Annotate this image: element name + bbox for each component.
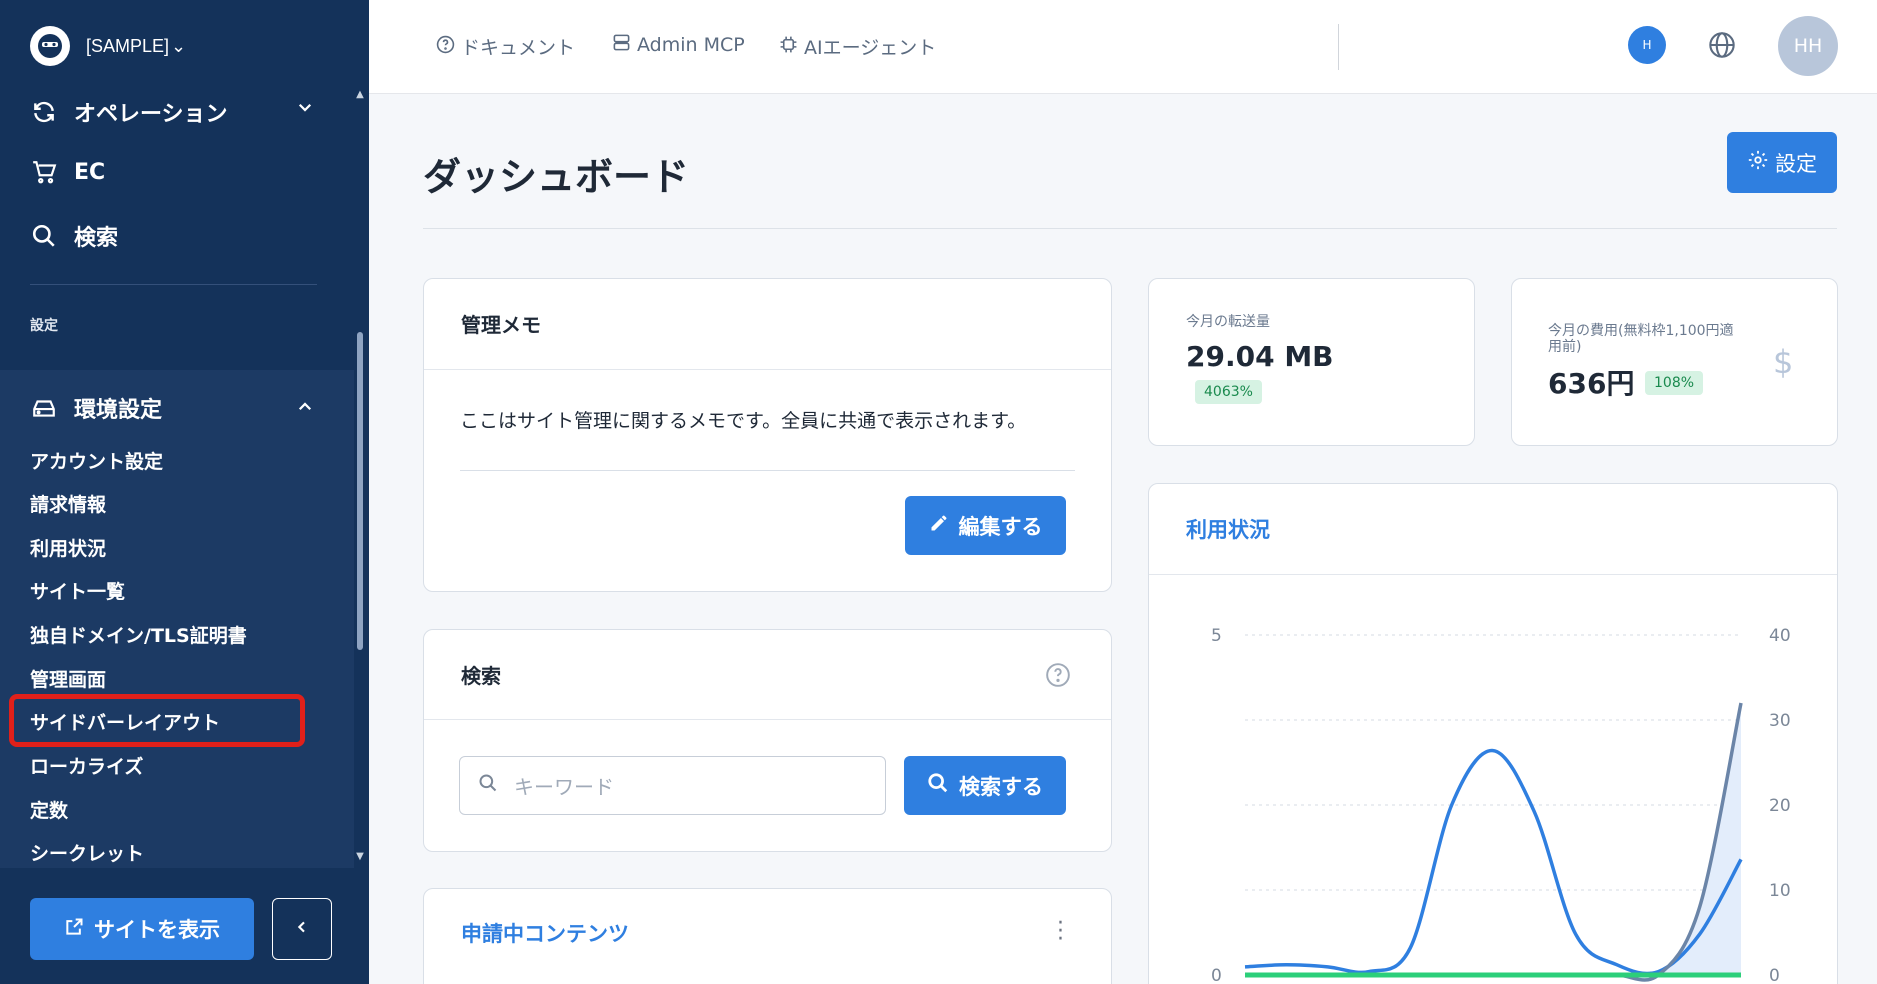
search-button[interactable]: 検索する — [904, 756, 1066, 815]
transfer-badge: 4063% — [1195, 380, 1262, 404]
search-icon — [478, 773, 498, 798]
sidebar-item-usage[interactable]: 利用状況 — [30, 534, 106, 561]
avatar[interactable]: HH — [1778, 16, 1838, 76]
y-right-tick-label: 0 — [1769, 966, 1780, 984]
scroll-thumb[interactable] — [357, 332, 363, 650]
y-right-tick-label: 20 — [1769, 796, 1791, 816]
avatar-small[interactable]: H — [1628, 26, 1666, 64]
pencil-icon — [929, 513, 949, 538]
usage-card-title[interactable]: 利用状況 — [1186, 514, 1270, 544]
ai-agent-link[interactable]: AIエージェント — [779, 33, 936, 60]
cost-label-line1: 今月の費用(無料枠1,100円適 — [1548, 323, 1734, 339]
scroll-up-arrow-icon[interactable]: ▲ — [356, 90, 364, 100]
edit-label: 編集する — [958, 514, 1043, 539]
section-label-settings: 設定 — [30, 318, 58, 334]
search-placeholder: キーワード — [514, 775, 614, 799]
memo-card-header: 管理メモ — [424, 279, 1111, 370]
cost-value: 636円 — [1548, 367, 1635, 400]
y-left-tick-label: 0 — [1211, 966, 1222, 984]
sidebar-scrollbar[interactable]: ▲ ▼ — [356, 86, 364, 862]
settings-label: 設定 — [1775, 151, 1817, 176]
sidebar-item-account[interactable]: アカウント設定 — [30, 447, 163, 474]
logo-icon — [30, 26, 70, 66]
nav-env-settings[interactable]: 環境設定 — [30, 392, 162, 424]
nav-search-label: 検索 — [74, 226, 119, 251]
nav-search[interactable]: 検索 — [30, 220, 118, 252]
docs-link-label: ドキュメント — [461, 37, 576, 59]
nav-operations[interactable]: オペレーション — [30, 96, 228, 128]
search-button-label: 検索する — [959, 774, 1043, 799]
edit-memo-button[interactable]: 編集する — [905, 496, 1066, 555]
cart-icon — [30, 158, 58, 186]
view-site-button[interactable]: サイトを表示 — [30, 898, 254, 960]
settings-button[interactable]: 設定 — [1727, 132, 1837, 193]
drive-icon — [30, 394, 58, 422]
dollar-icon: $ — [1773, 343, 1794, 381]
chevron-down-icon: ⌄ — [171, 35, 187, 56]
help-circle-icon[interactable] — [1045, 662, 1071, 692]
transfer-label: 今月の転送量 — [1186, 314, 1270, 330]
site-switcher[interactable]: [SAMPLE] ⌄ — [30, 26, 186, 66]
series-line — [1244, 748, 1743, 976]
sidebar-item-localize[interactable]: ローカライズ — [30, 752, 143, 779]
chip-icon — [779, 35, 798, 59]
pending-card-title[interactable]: 申請中コンテンツ — [461, 918, 629, 948]
header-separator — [1338, 24, 1339, 70]
series-area-fill — [1245, 703, 1741, 981]
server-icon — [612, 33, 631, 57]
nav-operations-label: オペレーション — [74, 102, 228, 127]
site-name: [SAMPLE] — [86, 35, 170, 56]
help-circle-icon — [436, 35, 455, 59]
sidebar-divider — [30, 284, 317, 285]
search-card-header: 検索 — [424, 630, 1111, 720]
sidebar-item-secrets[interactable]: シークレット — [30, 839, 144, 866]
search-card-title: 検索 — [461, 664, 501, 688]
transfer-value: 29.04 MB — [1186, 340, 1334, 373]
view-site-label: サイトを表示 — [94, 918, 220, 942]
search-icon — [30, 222, 58, 250]
globe-icon[interactable] — [1708, 31, 1736, 63]
nav-env-settings-label: 環境設定 — [74, 398, 163, 423]
usage-chart: 40 30 20 10 0 5 0 — [1211, 626, 1791, 984]
admin-mcp-link[interactable]: Admin MCP — [612, 33, 745, 57]
highlight-box — [9, 694, 305, 747]
y-right-tick-label: 10 — [1769, 881, 1791, 901]
env-settings-panel — [0, 370, 354, 868]
y-right-tick-label: 40 — [1769, 626, 1791, 646]
collapse-sidebar-button[interactable] — [272, 898, 332, 960]
keyword-search-input[interactable]: キーワード — [459, 756, 886, 815]
more-vertical-icon[interactable]: · · · — [1057, 913, 1064, 951]
sidebar-item-domain-tls[interactable]: 独自ドメイン/TLS証明書 — [30, 621, 247, 648]
cost-label: 今月の費用(無料枠1,100円適 用前) — [1548, 323, 1734, 355]
memo-card-title: 管理メモ — [461, 313, 541, 337]
memo-text: ここはサイト管理に関するメモです。全員に共通で表示されます。 — [460, 410, 1027, 432]
docs-link[interactable]: ドキュメント — [436, 33, 575, 60]
nav-ec-label: EC — [74, 159, 106, 185]
sidebar-item-constants[interactable]: 定数 — [30, 796, 68, 823]
cost-label-line2: 用前) — [1548, 339, 1582, 355]
sidebar-item-billing[interactable]: 請求情報 — [30, 490, 106, 517]
chevron-left-icon — [294, 919, 310, 939]
page-title: ダッシュボード — [423, 155, 690, 199]
y-left-tick-label: 5 — [1211, 626, 1222, 646]
search-icon — [927, 772, 949, 799]
title-divider — [423, 228, 1837, 229]
series-line — [1245, 702, 1743, 982]
admin-mcp-label: Admin MCP — [637, 34, 745, 56]
ai-agent-label: AIエージェント — [804, 37, 937, 59]
refresh-icon — [30, 98, 58, 126]
y-right-tick-label: 30 — [1769, 711, 1791, 731]
search-card: 検索 — [423, 629, 1112, 852]
chevron-up-icon[interactable] — [296, 398, 314, 420]
sidebar: [SAMPLE] ⌄ オペレーション EC 検索 設定 環境設定 アカウント設定 … — [0, 0, 369, 984]
scroll-down-arrow-icon[interactable]: ▼ — [356, 852, 364, 862]
cost-badge: 108% — [1645, 371, 1704, 395]
sidebar-item-admin-screen[interactable]: 管理画面 — [30, 665, 106, 692]
nav-ec[interactable]: EC — [30, 158, 105, 186]
chevron-down-icon[interactable] — [296, 98, 317, 120]
gear-icon — [1747, 149, 1769, 176]
external-link-icon — [64, 917, 84, 942]
memo-divider — [460, 470, 1075, 471]
sidebar-item-sites[interactable]: サイト一覧 — [30, 577, 125, 604]
